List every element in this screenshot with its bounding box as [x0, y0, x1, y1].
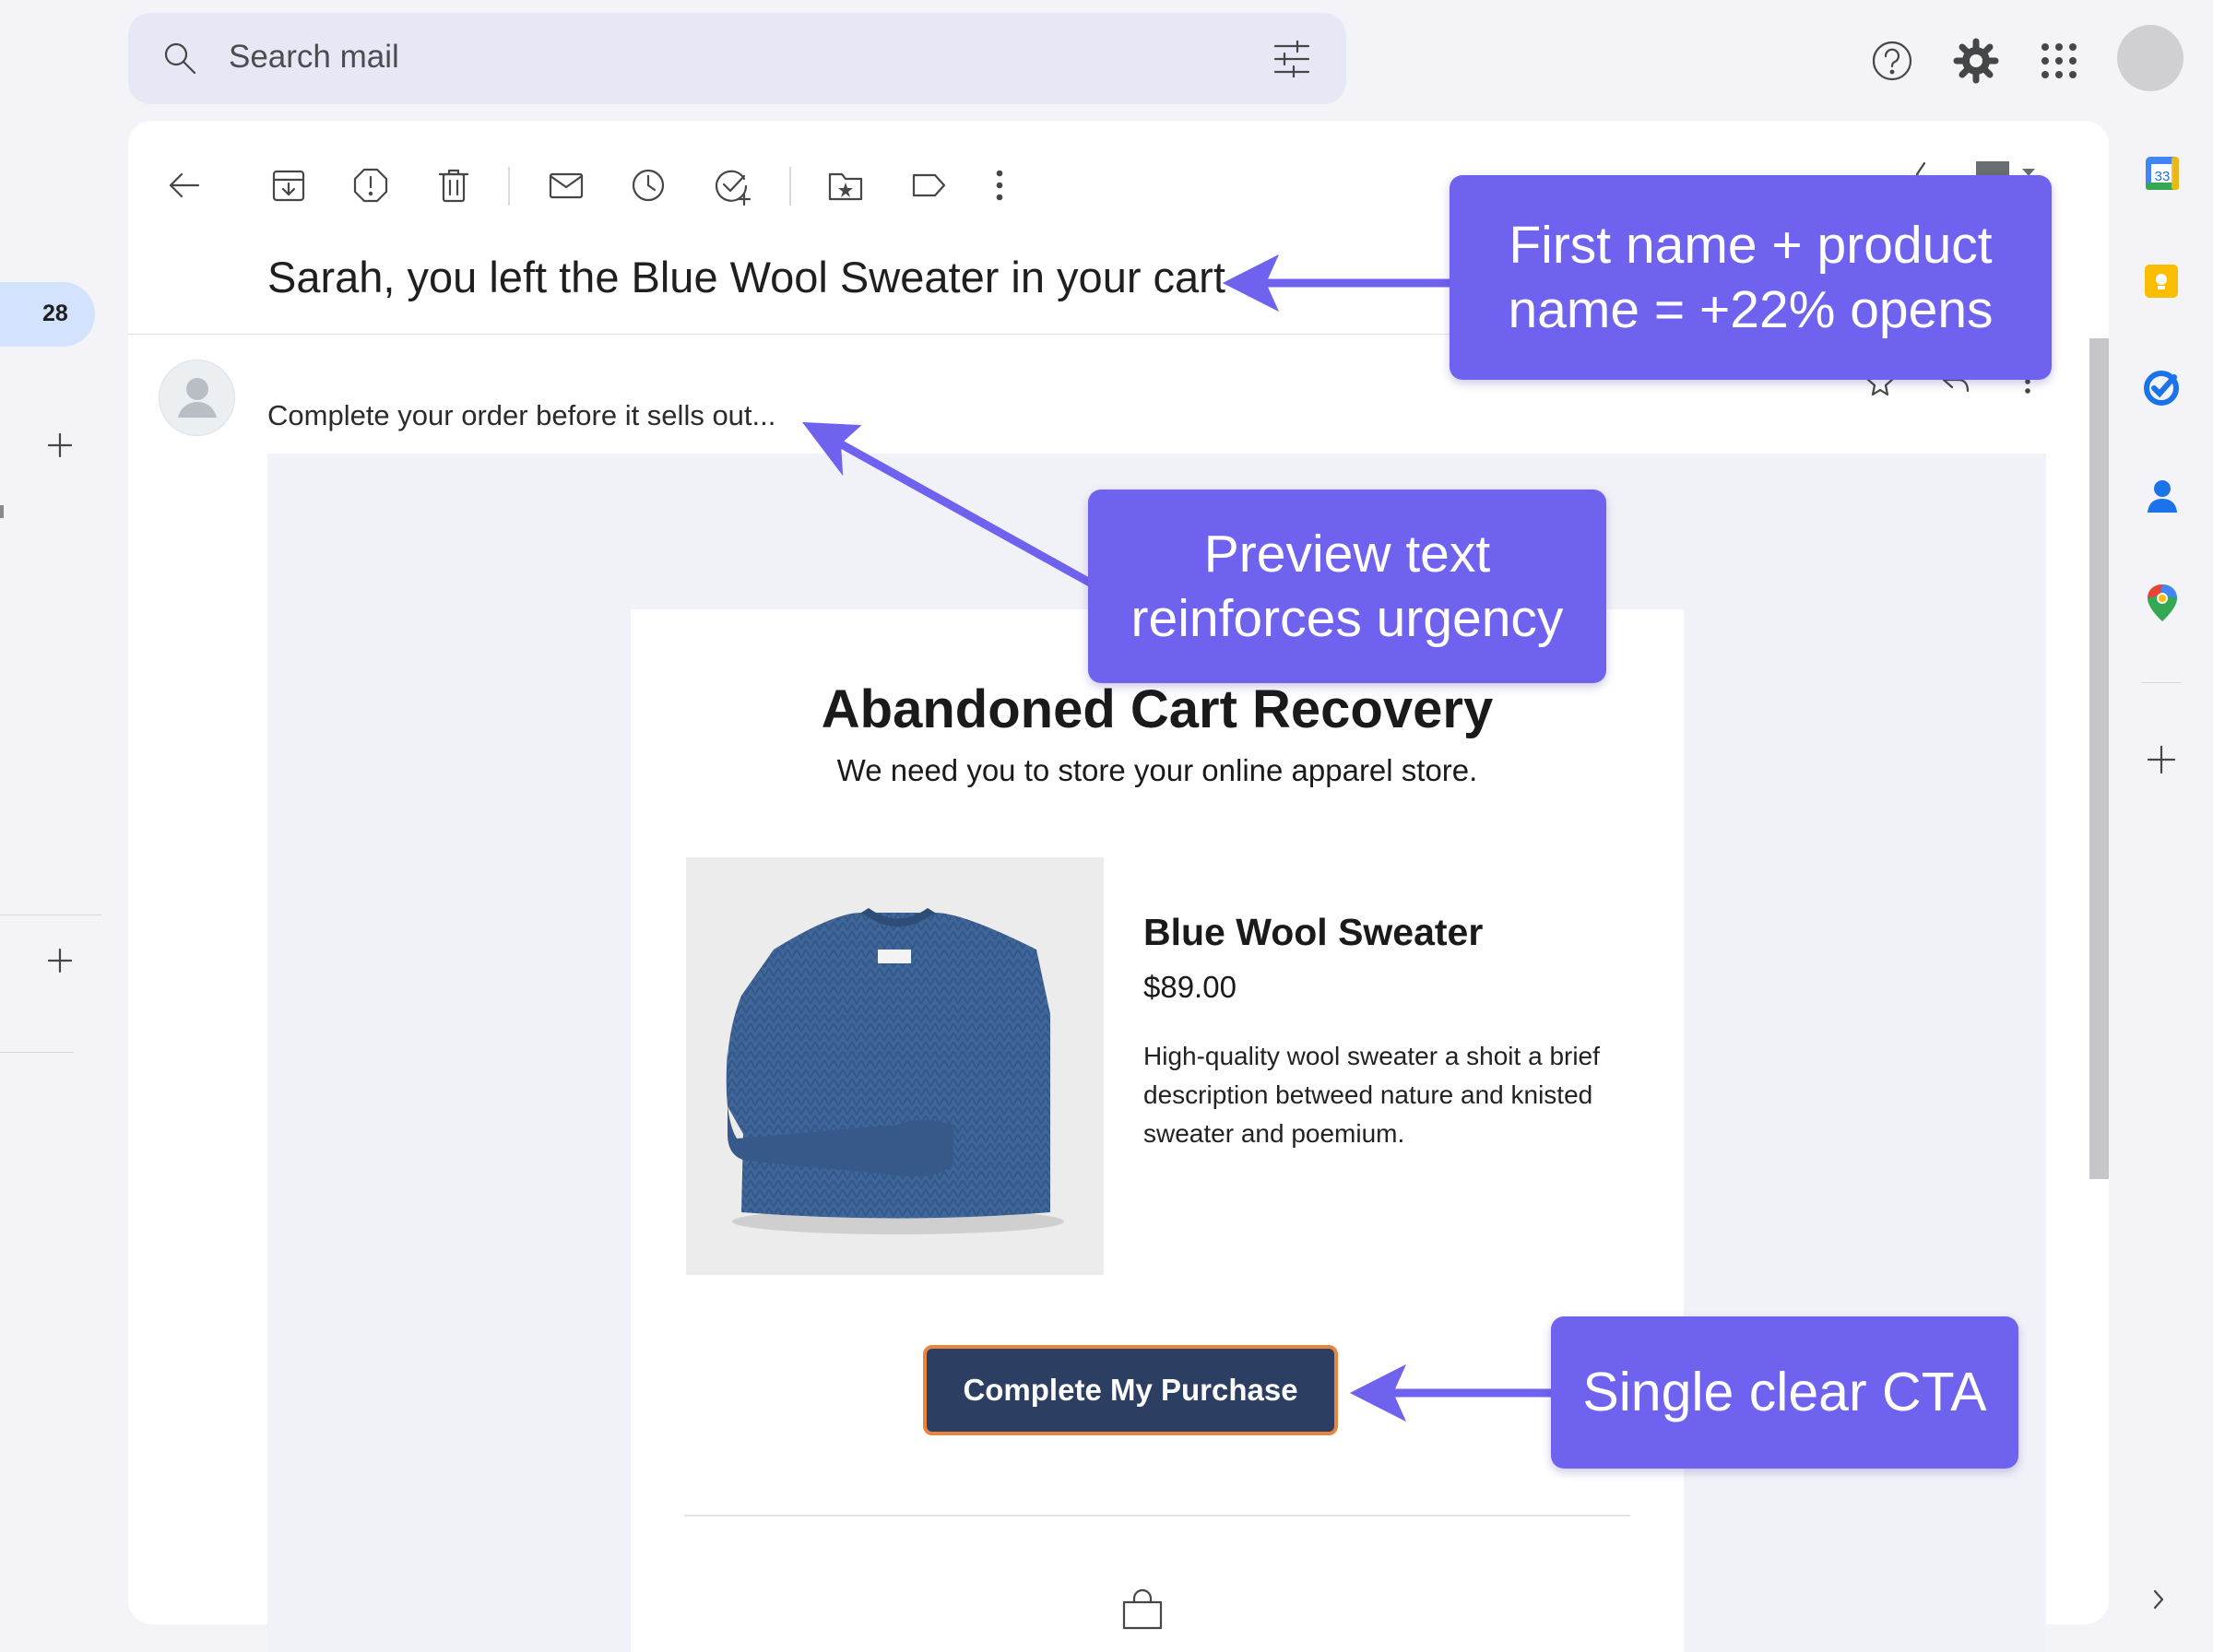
annotation-cta-note: Single clear CTA: [1551, 1316, 2018, 1469]
annotation-line: reinforces urgency: [1130, 589, 1564, 648]
annotation-line: First name + product: [1509, 216, 1993, 275]
annotation-line: name = +22% opens: [1508, 280, 1994, 339]
annotation-subject-note: First name + product name = +22% opens: [1450, 175, 2052, 380]
annotation-line: Preview text: [1203, 525, 1491, 584]
annotation-preview-note: Preview text reinforces urgency: [1088, 490, 1606, 683]
